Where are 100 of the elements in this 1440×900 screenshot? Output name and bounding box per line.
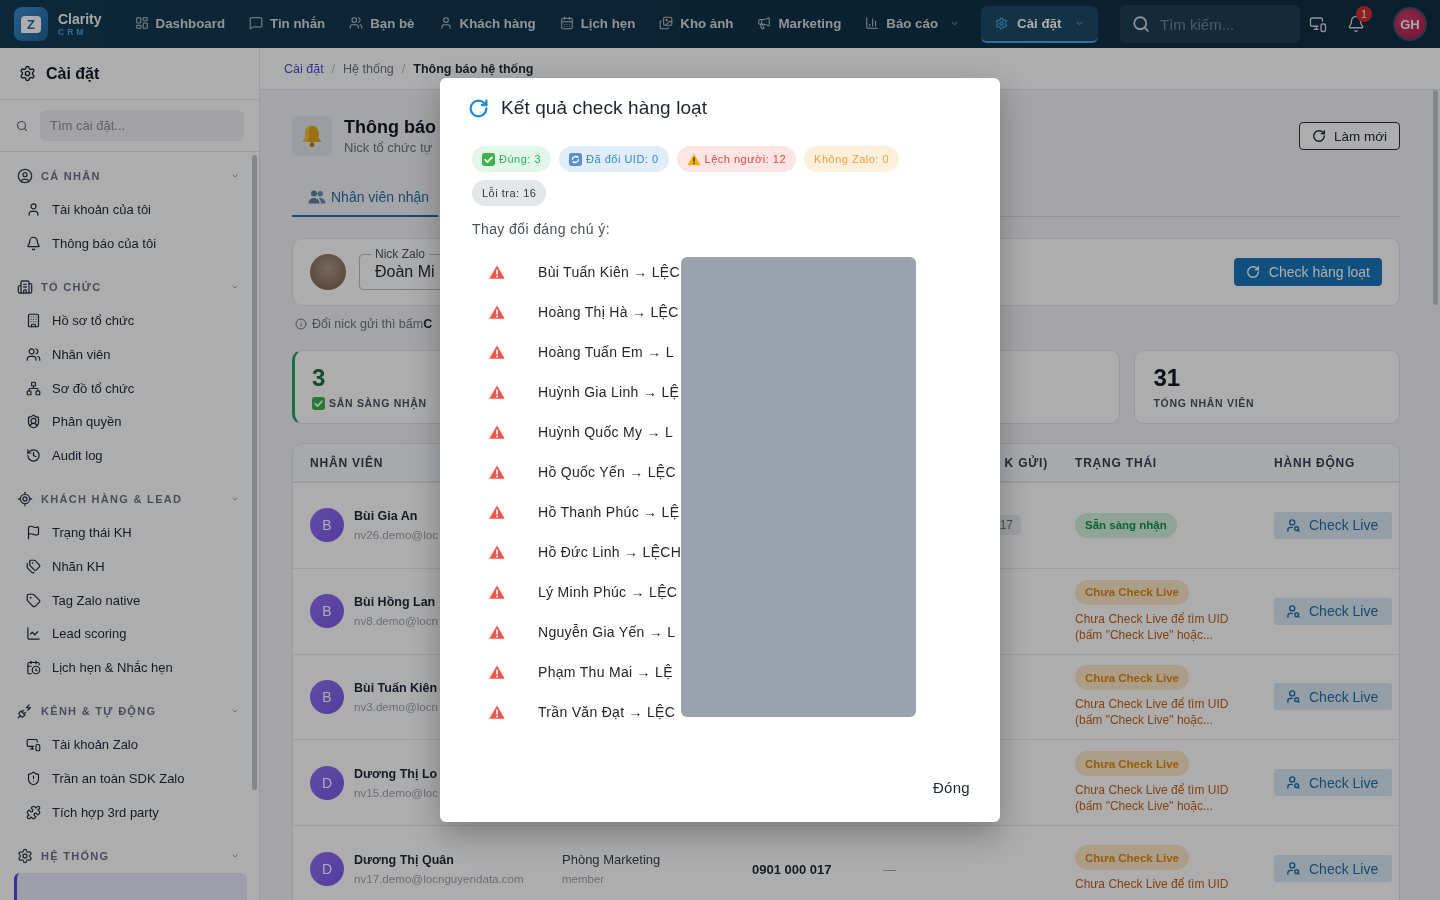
settings-icon <box>19 65 36 82</box>
breadcrumb-separator: / <box>331 61 336 76</box>
nav-tab[interactable]: Marketing <box>745 8 854 40</box>
breadcrumb-link[interactable]: Hệ thống <box>343 61 394 76</box>
chip-label: Lỗi tra: 16 <box>482 187 537 199</box>
staff-email: nv8.demo@locn <box>354 614 438 628</box>
nav-tab[interactable]: Cài đặt <box>981 5 1099 43</box>
sidebar-item[interactable]: Tích hợp 3rd party <box>0 795 259 829</box>
people-icon <box>308 190 326 204</box>
staff-email: nv3.demo@locn <box>354 700 438 713</box>
change-entry: Hoàng Thị Hà → LỆC <box>538 304 680 320</box>
warning-icon <box>489 305 505 319</box>
nav-tab[interactable]: Dashboard <box>122 8 238 40</box>
search-icon <box>1132 15 1150 33</box>
nav-tab[interactable]: Bạn bè <box>337 8 427 40</box>
chip-label: Không Zalo: 0 <box>814 153 890 165</box>
status-note: Chưa Check Live để tìm UID (bấm "Check Live" hoặc... <box>1075 782 1230 815</box>
stat-label: TỔNG NHÂN VIÊN <box>1153 397 1255 409</box>
warning-icon <box>489 265 505 279</box>
hierarchy-icon <box>26 380 41 396</box>
staff-name: Bùi Hồng Lan <box>354 595 437 610</box>
settings-search-field[interactable]: Tìm cài đặt... <box>40 110 244 141</box>
check-live-button[interactable]: Check Live <box>1274 683 1393 711</box>
grid-icon <box>134 16 149 30</box>
nav-tab[interactable]: Kho ảnh <box>647 8 746 40</box>
hint-text: Đổi nick gửi thì bấmC <box>312 317 433 331</box>
staff-email: nv15.demo@loc <box>354 785 438 799</box>
nav-tab[interactable]: Khách hàng <box>426 8 548 40</box>
building-icon <box>17 279 33 296</box>
tab[interactable]: Nhân viên nhận <box>292 179 439 217</box>
staff-name: Bùi Tuấn Kiên <box>354 681 438 695</box>
flag-icon <box>26 525 41 541</box>
stat-value: 3 <box>312 364 327 391</box>
field-label: Nick Zalo <box>371 247 429 261</box>
role-text: member <box>562 873 606 886</box>
puzzle-icon <box>26 804 41 820</box>
megaphone-icon <box>757 16 772 30</box>
brand-tagline: CRM <box>58 27 88 37</box>
scrollbar-thumb[interactable] <box>252 155 257 790</box>
refresh-button[interactable]: Làm mới <box>1298 122 1400 150</box>
users-icon <box>26 347 41 363</box>
settings-icon <box>17 847 33 864</box>
user-search-icon <box>1286 775 1301 791</box>
user-circle-icon <box>17 168 33 184</box>
devices-icon <box>26 737 41 753</box>
search-icon <box>16 119 28 132</box>
warning-icon <box>489 345 505 359</box>
refresh-icon <box>1311 129 1326 143</box>
staff-name: Dương Thị Lo <box>354 766 438 781</box>
logo-letter: Z <box>21 15 41 33</box>
column-header: K GỬI) <box>1004 455 1048 470</box>
scrollbar-thumb[interactable] <box>1433 90 1438 305</box>
change-entry: Hồ Đức Linh → LỆCH <box>538 544 682 560</box>
check-all-button[interactable]: Check hàng loạt <box>1233 258 1382 286</box>
department-text: Phòng Marketing <box>562 852 662 868</box>
user-search-icon <box>1286 861 1301 877</box>
user-icon <box>26 202 41 218</box>
user-search-icon <box>1286 689 1301 705</box>
close-button[interactable]: Đóng <box>924 773 978 802</box>
change-entry: Hồ Thanh Phúc → LỆ <box>538 504 681 520</box>
brand-name: Clarity <box>58 11 102 27</box>
empty-value: — <box>883 861 896 877</box>
breadcrumb-link[interactable]: Cài đặt <box>284 61 324 76</box>
warning-icon <box>489 625 505 639</box>
avatar-initial: D <box>310 851 344 886</box>
warning-icon <box>489 545 505 559</box>
check-box-icon <box>482 152 495 166</box>
bar-chart-icon <box>865 16 880 30</box>
column-header: HÀNH ĐỘNG <box>1274 455 1356 470</box>
devices-icon[interactable] <box>1309 15 1327 33</box>
nav-tab[interactable]: Báo cáo <box>853 8 972 40</box>
column-header: NHÂN VIÊN <box>309 455 384 470</box>
staff-name: Bùi Gia An <box>354 509 419 524</box>
warning-icon <box>489 425 505 439</box>
check-live-button[interactable]: Check Live <box>1274 769 1393 797</box>
status-note: Chưa Check Live để tìm UID <box>1075 876 1229 893</box>
page-subtitle: Nick tổ chức tự <box>344 140 434 155</box>
warning-icon <box>489 585 505 599</box>
check-live-button[interactable]: Check Live <box>1274 511 1393 539</box>
caret-icon <box>231 172 239 180</box>
section-header[interactable]: HỆ THỐNG <box>0 838 259 873</box>
bell-icon <box>292 116 332 156</box>
sidebar-item[interactable] <box>14 872 247 900</box>
nav-tab[interactable]: Lịch hẹn <box>547 8 648 40</box>
warning-icon <box>686 152 701 166</box>
check-live-button[interactable]: Check Live <box>1274 855 1393 883</box>
warning-icon <box>489 665 505 679</box>
warning-icon <box>489 705 505 719</box>
users-icon <box>349 16 364 30</box>
chip-label: Đã đổi UID: 0 <box>586 153 659 165</box>
user-search-icon <box>1286 603 1301 619</box>
check-live-button[interactable]: Check Live <box>1274 597 1393 625</box>
user-avatar[interactable]: GH <box>1393 7 1427 41</box>
nav-tab[interactable]: Tin nhắn <box>237 8 338 40</box>
avatar-initial: D <box>310 765 344 800</box>
chip-label: Lệch người: 12 <box>704 153 787 165</box>
change-entry: Lý Minh Phúc → LỆC <box>538 584 679 600</box>
status-badge: Chưa Check Live <box>1075 665 1189 691</box>
line-chart-icon <box>26 626 41 642</box>
breadcrumb-current: Thông báo hệ thống <box>413 61 534 76</box>
